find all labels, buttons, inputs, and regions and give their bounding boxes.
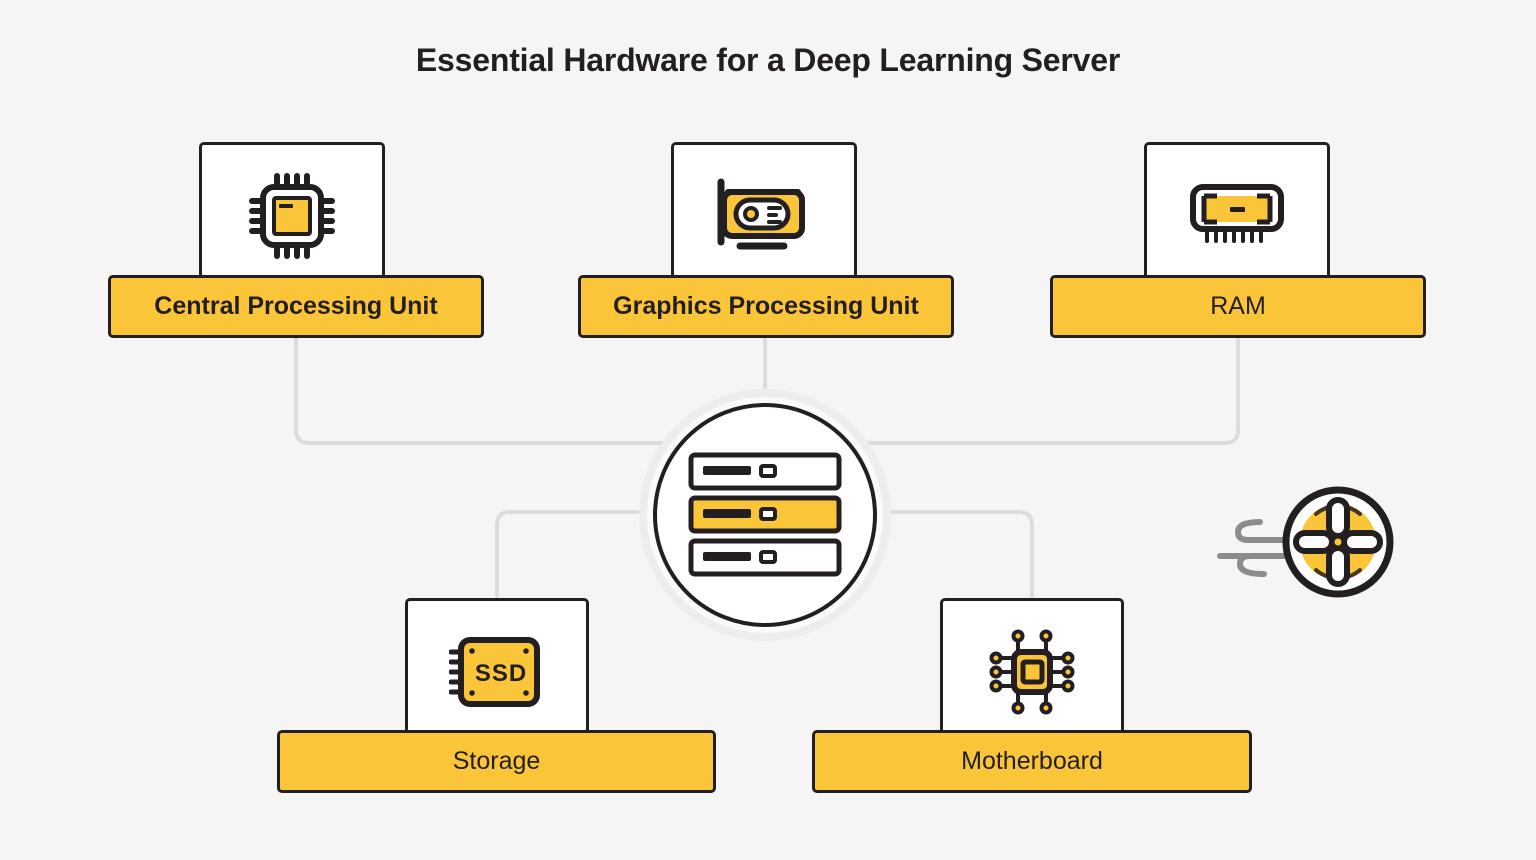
gpu-label-bar[interactable]: Graphics Processing Unit xyxy=(578,275,954,338)
cpu-label: Central Processing Unit xyxy=(154,292,438,320)
gpu-card xyxy=(671,142,857,290)
ram-label-bar[interactable]: RAM xyxy=(1050,275,1426,338)
cpu-label-bar[interactable]: Central Processing Unit xyxy=(108,275,484,338)
diagram-canvas: Essential Hardware for a Deep Learning S… xyxy=(0,0,1536,860)
ssd-icon-text: SSD xyxy=(475,660,527,687)
graphics-card-icon xyxy=(717,178,805,250)
memory-module-icon xyxy=(1190,184,1284,243)
airflow-lines xyxy=(1217,519,1289,577)
cooling-fan-icon xyxy=(1282,486,1394,598)
center-hub[interactable] xyxy=(639,389,891,641)
motherboard-circuit-icon xyxy=(989,629,1075,715)
motherboard-label-bar[interactable]: Motherboard xyxy=(812,730,1252,793)
ram-card xyxy=(1144,142,1330,290)
cpu-chip-icon xyxy=(249,173,335,259)
motherboard-card xyxy=(940,598,1124,746)
server-rack-icon xyxy=(688,452,842,577)
fan-decoration xyxy=(1198,480,1398,600)
motherboard-label: Motherboard xyxy=(961,747,1103,775)
storage-label-bar[interactable]: Storage xyxy=(277,730,716,793)
ssd-icon: SSD xyxy=(449,637,540,707)
ram-label: RAM xyxy=(1210,292,1266,320)
storage-label: Storage xyxy=(452,747,541,775)
storage-card: SSD xyxy=(405,598,589,746)
gpu-label: Graphics Processing Unit xyxy=(613,292,919,320)
cpu-card xyxy=(199,142,385,290)
hub-circle xyxy=(653,403,877,627)
